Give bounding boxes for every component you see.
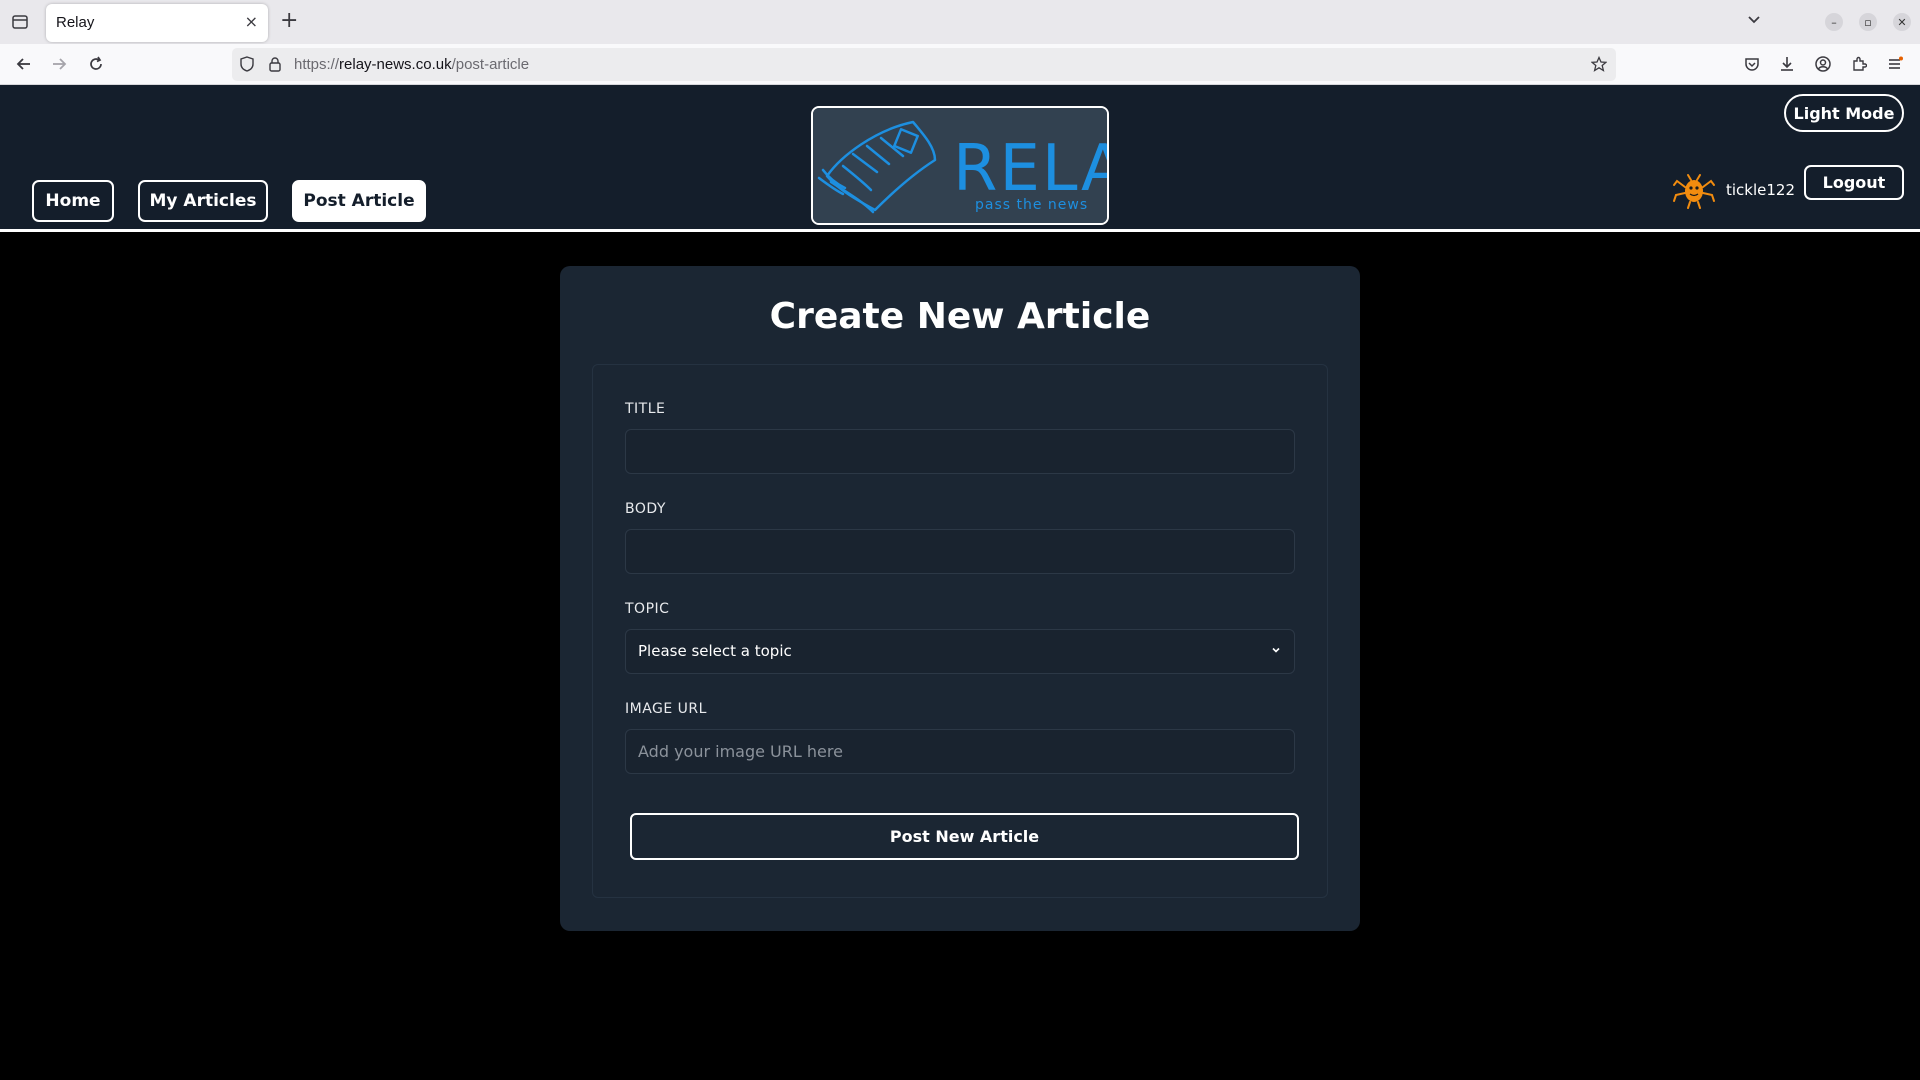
chevron-down-icon xyxy=(1272,647,1280,653)
url-bar[interactable]: https://relay-news.co.uk/post-article xyxy=(232,48,1616,81)
topic-select[interactable]: Please select a topic xyxy=(625,629,1295,674)
browser-tab-bar: Relay × + – ▫ ✕ xyxy=(0,0,1920,44)
close-window-icon[interactable]: ✕ xyxy=(1893,13,1911,31)
restore-icon[interactable]: ▫ xyxy=(1859,13,1877,31)
nav-my-articles-button[interactable]: My Articles xyxy=(138,180,268,222)
menu-icon[interactable] xyxy=(1884,53,1906,75)
new-tab-icon[interactable]: + xyxy=(280,9,298,33)
bookmark-star-icon[interactable] xyxy=(1588,53,1610,75)
back-arrow-icon[interactable] xyxy=(13,53,35,75)
page-title: Create New Article xyxy=(769,296,1151,337)
url-path: /post-article xyxy=(451,56,530,73)
browser-tab[interactable]: Relay × xyxy=(46,4,268,42)
topic-selected-value: Please select a topic xyxy=(638,642,792,660)
title-label: TITLE xyxy=(625,401,666,417)
reload-icon[interactable] xyxy=(85,53,107,75)
light-mode-button[interactable]: Light Mode xyxy=(1784,94,1904,132)
tab-list-icon[interactable] xyxy=(10,11,30,33)
tab-close-icon[interactable]: × xyxy=(245,12,258,31)
create-article-card: Create New Article TITLE BODY TOPIC Plea… xyxy=(560,266,1360,931)
nav-home-button[interactable]: Home xyxy=(32,180,114,222)
avatar[interactable] xyxy=(1672,173,1716,209)
url-host: relay-news.co.uk xyxy=(339,56,452,73)
article-form: TITLE BODY TOPIC Please select a topic I… xyxy=(592,364,1328,898)
download-icon[interactable] xyxy=(1776,53,1798,75)
post-new-article-button[interactable]: Post New Article xyxy=(630,813,1299,860)
pocket-icon[interactable] xyxy=(1741,53,1763,75)
image-url-input[interactable] xyxy=(625,729,1295,774)
site-header: Home My Articles Post Article RELAY pass… xyxy=(0,85,1920,232)
shield-icon[interactable] xyxy=(236,53,258,75)
relay-logo[interactable]: RELAY pass the news xyxy=(811,106,1109,225)
url-text: https://relay-news.co.uk/post-article xyxy=(294,56,529,73)
topic-label: TOPIC xyxy=(625,601,670,617)
image-url-label: IMAGE URL xyxy=(625,701,707,717)
tab-title: Relay xyxy=(56,14,95,31)
lock-icon[interactable] xyxy=(264,53,286,75)
logo-wordmark: RELAY xyxy=(953,132,1107,206)
body-input[interactable] xyxy=(625,529,1295,574)
minimize-icon[interactable]: – xyxy=(1825,13,1843,31)
nav-post-article-button[interactable]: Post Article xyxy=(292,180,426,222)
title-input[interactable] xyxy=(625,429,1295,474)
user-avatar-icon xyxy=(1673,174,1715,209)
forward-arrow-icon[interactable] xyxy=(48,53,70,75)
extensions-icon[interactable] xyxy=(1848,53,1870,75)
account-icon[interactable] xyxy=(1812,53,1834,75)
logout-button[interactable]: Logout xyxy=(1804,165,1904,200)
logo-tagline: pass the news xyxy=(975,197,1088,213)
username: tickle122 xyxy=(1726,181,1796,199)
browser-toolbar: https://relay-news.co.uk/post-article xyxy=(0,44,1920,85)
newspaper-logo-icon: RELAY pass the news xyxy=(813,108,1107,223)
chevron-down-icon[interactable] xyxy=(1746,11,1762,31)
body-label: BODY xyxy=(625,501,666,517)
url-scheme: https:// xyxy=(294,56,340,73)
